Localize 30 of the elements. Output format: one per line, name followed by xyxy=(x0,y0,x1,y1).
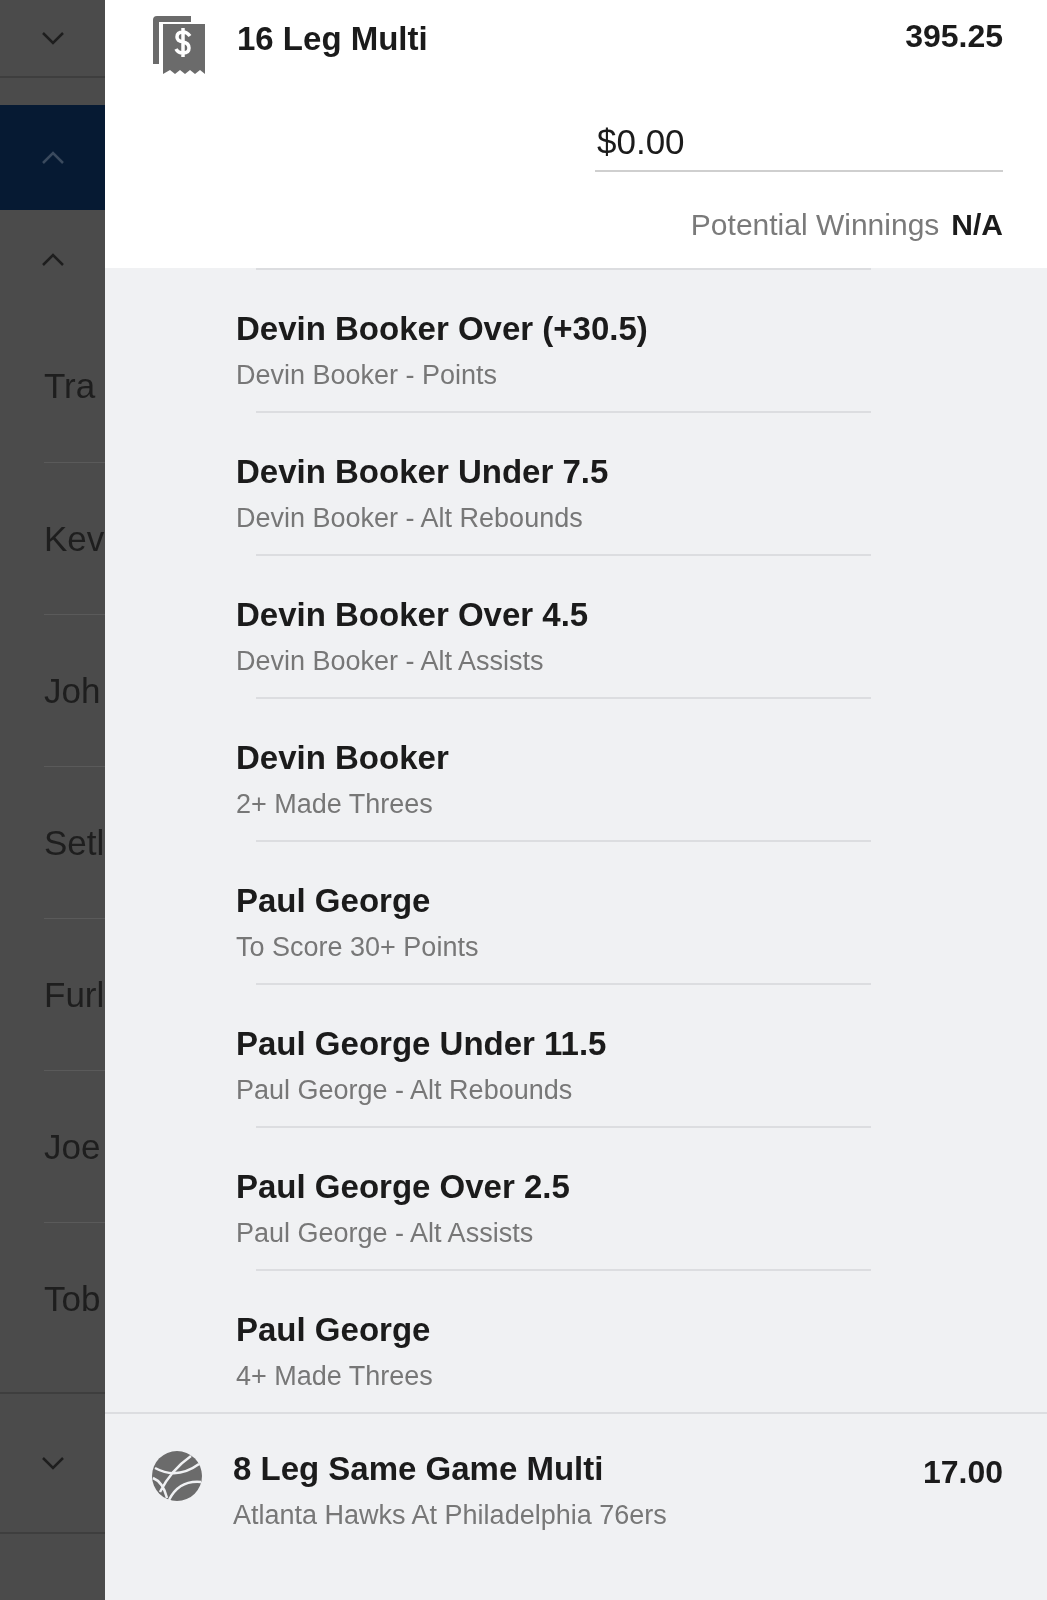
leg-market: 2+ Made Threes xyxy=(236,789,433,820)
leg-market: Paul George - Alt Assists xyxy=(236,1218,534,1249)
stake-field[interactable]: $0.00 xyxy=(595,122,1003,172)
leg-selection: Paul George Over 2.5 xyxy=(236,1168,570,1206)
chevron-up-icon[interactable] xyxy=(40,150,65,165)
odds-value: 395.25 xyxy=(905,18,1003,55)
leg-market: To Score 30+ Points xyxy=(236,932,479,963)
event-name: Atlanta Hawks At Philadelphia 76ers xyxy=(233,1500,667,1531)
winnings-label: Potential Winnings xyxy=(690,208,940,242)
leg-selection: Devin Booker Under 7.5 xyxy=(236,453,609,491)
leg-selection: Paul George Under 11.5 xyxy=(236,1025,607,1063)
basketball-icon xyxy=(151,1450,203,1502)
chevron-down-icon[interactable] xyxy=(40,31,65,45)
receipt-dollar-icon xyxy=(151,14,207,76)
leg-selection: Paul George xyxy=(236,882,431,920)
leg-market: Devin Booker - Alt Assists xyxy=(236,646,544,677)
leg-selection: Paul George xyxy=(236,1311,431,1349)
leg-market: Devin Booker - Points xyxy=(236,360,498,391)
odds-value: 17.00 xyxy=(922,1454,1003,1491)
leg-market: Paul George - Alt Rebounds xyxy=(236,1075,573,1106)
leg-selection: Devin Booker Over 4.5 xyxy=(236,596,589,634)
chevron-up-icon[interactable] xyxy=(40,253,65,267)
leg-market: Devin Booker - Alt Rebounds xyxy=(236,503,583,534)
leg-market: 4+ Made Threes xyxy=(236,1361,433,1392)
bet-title: 8 Leg Same Game Multi xyxy=(233,1450,604,1488)
bet-title: 16 Leg Multi xyxy=(237,20,429,58)
winnings-value: N/A xyxy=(951,208,1003,242)
leg-selection: Devin Booker xyxy=(236,739,449,777)
chevron-down-icon[interactable] xyxy=(40,1456,65,1470)
leg-selection: Devin Booker Over (+30.5) xyxy=(236,310,648,348)
